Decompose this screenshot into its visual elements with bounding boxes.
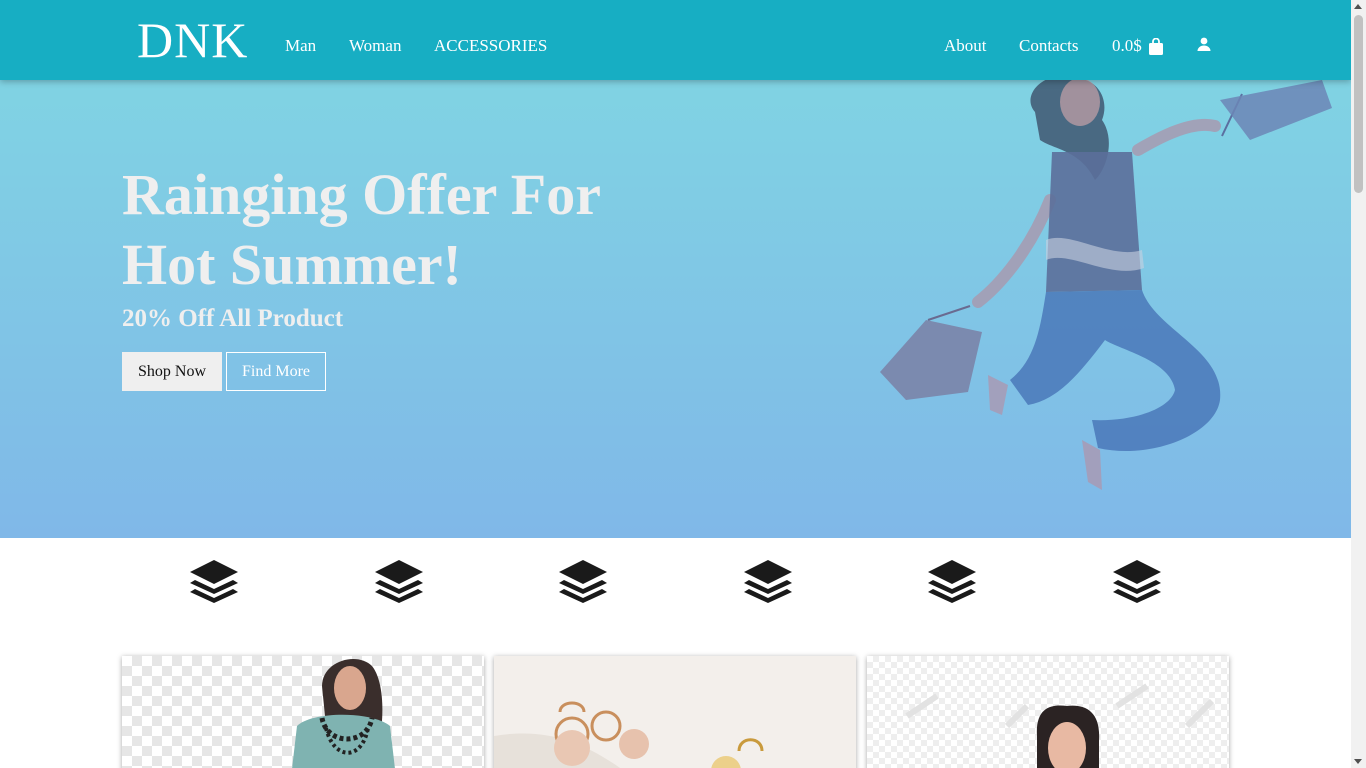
layer-group-icon	[190, 560, 238, 603]
layer-group-icon	[559, 560, 607, 603]
nav-link-contacts[interactable]: Contacts	[1019, 36, 1079, 56]
nav-link-accessories[interactable]: ACCESSORIES	[434, 36, 547, 56]
vertical-scrollbar[interactable]	[1351, 0, 1366, 768]
user-account-button[interactable]	[1197, 37, 1211, 56]
page: DNK Man Woman ACCESSORIES About Contacts…	[0, 0, 1351, 768]
shopping-bag-icon	[1148, 37, 1163, 55]
layer-group-icon	[375, 560, 423, 603]
hero-woman-image	[880, 80, 1332, 490]
nav-link-man[interactable]: Man	[285, 36, 316, 56]
layer-group-icon	[928, 560, 976, 603]
product-image-woman-portrait	[905, 683, 1215, 768]
navbar: DNK Man Woman ACCESSORIES About Contacts…	[0, 0, 1351, 80]
feature-icons-row	[0, 538, 1351, 648]
scroll-down-arrow-icon[interactable]	[1354, 759, 1362, 764]
hero-banner: Rainging Offer For Hot Summer! 20% Off A…	[0, 80, 1351, 538]
product-card-earrings[interactable]	[494, 656, 856, 768]
shop-now-button[interactable]: Shop Now	[122, 352, 222, 391]
find-more-button[interactable]: Find More	[226, 352, 326, 391]
cart-total: 0.0$	[1112, 36, 1142, 55]
hero-title: Rainging Offer For Hot Summer!	[122, 160, 682, 300]
product-image-earrings	[494, 656, 856, 768]
brand-logo[interactable]: DNK	[137, 12, 248, 68]
nav-link-woman[interactable]: Woman	[349, 36, 401, 56]
layer-group-icon	[744, 560, 792, 603]
layer-group-icon	[1113, 560, 1161, 603]
hero-title-line-2: Hot Summer!	[122, 232, 462, 297]
product-card-women-portrait[interactable]	[867, 656, 1229, 768]
product-card-women-fashion[interactable]	[122, 656, 484, 768]
scroll-up-arrow-icon[interactable]	[1354, 4, 1362, 9]
cart-button[interactable]: 0.0$	[1112, 36, 1164, 56]
hero-subtitle: 20% Off All Product	[122, 305, 344, 332]
hero-title-line-1: Rainging Offer For	[122, 162, 601, 227]
user-icon	[1197, 37, 1211, 51]
nav-link-about[interactable]: About	[944, 36, 987, 56]
product-image-woman-necklace	[292, 658, 395, 768]
scrollbar-thumb[interactable]	[1354, 15, 1363, 193]
